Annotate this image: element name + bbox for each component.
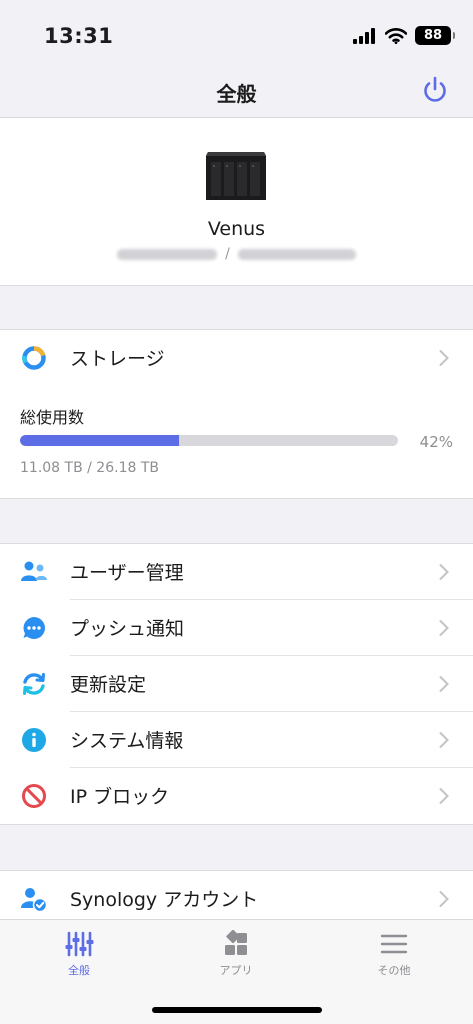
storage-row[interactable]: ストレージ xyxy=(0,330,473,386)
storage-progress-bar xyxy=(20,435,398,446)
menu-item-label: ユーザー管理 xyxy=(70,562,184,584)
menu-item-update-settings[interactable]: 更新設定 xyxy=(0,656,473,712)
tab-label: 全般 xyxy=(68,964,90,977)
apps-grid-icon xyxy=(225,930,247,955)
sliders-icon xyxy=(65,931,94,957)
account-section: Synology アカウント xyxy=(0,870,473,920)
settings-menu: ユーザー管理 プッシュ通知 更新設定 システム情報 IP ブロック xyxy=(0,543,473,825)
refresh-icon xyxy=(20,670,48,698)
storage-section: ストレージ 総使用数 42% 11.08 TB / 26.18 TB xyxy=(0,329,473,499)
info-icon xyxy=(20,726,48,754)
redacted-ip xyxy=(117,248,218,260)
menu-lines-icon xyxy=(380,934,408,954)
tab-others[interactable]: その他 xyxy=(354,930,434,978)
nav-bar: 全般 xyxy=(0,64,473,118)
menu-item-label: プッシュ通知 xyxy=(70,618,185,640)
block-icon xyxy=(20,782,48,810)
device-card[interactable]: Venus / xyxy=(0,118,473,286)
menu-item-label: IP ブロック xyxy=(70,786,170,808)
tab-label: アプリ xyxy=(219,964,253,977)
storage-progress-fill xyxy=(20,435,179,446)
battery-icon: 88 xyxy=(415,26,455,45)
menu-item-label: システム情報 xyxy=(70,730,184,752)
chevron-right-icon xyxy=(439,732,449,748)
chevron-right-icon xyxy=(439,564,449,580)
users-icon xyxy=(20,558,48,586)
chevron-right-icon xyxy=(439,788,449,804)
chevron-right-icon xyxy=(439,350,449,366)
tab-apps[interactable]: アプリ xyxy=(196,930,276,978)
menu-item-label: 更新設定 xyxy=(70,674,147,696)
menu-item-push-notification[interactable]: プッシュ通知 xyxy=(0,600,473,656)
status-time: 13:31 xyxy=(44,24,114,48)
power-icon[interactable] xyxy=(419,74,451,106)
usage-detail: 11.08 TB / 26.18 TB xyxy=(20,460,159,476)
page-title: 全般 xyxy=(216,82,257,106)
menu-item-label: Synology アカウント xyxy=(70,889,259,911)
menu-item-system-info[interactable]: システム情報 xyxy=(0,712,473,768)
battery-level: 88 xyxy=(423,28,443,43)
chevron-right-icon xyxy=(439,891,449,907)
home-indicator xyxy=(152,1007,322,1013)
device-name: Venus xyxy=(207,218,266,240)
chevron-right-icon xyxy=(439,620,449,636)
usage-percent: 42% xyxy=(419,433,453,451)
menu-item-user-management[interactable]: ユーザー管理 xyxy=(0,544,473,600)
menu-item-ip-block[interactable]: IP ブロック xyxy=(0,768,473,824)
status-icons: 88 xyxy=(353,26,455,45)
storage-label: ストレージ xyxy=(70,348,165,370)
signal-icon xyxy=(353,27,375,44)
storage-ring-icon xyxy=(20,344,48,372)
device-address: / xyxy=(0,246,473,262)
usage-label: 総使用数 xyxy=(20,408,85,427)
tab-label: その他 xyxy=(377,964,411,977)
status-bar: 13:31 88 xyxy=(0,0,473,64)
wifi-icon xyxy=(385,27,407,44)
redacted-user xyxy=(237,248,356,260)
address-separator: / xyxy=(225,246,230,262)
tab-general[interactable]: 全般 xyxy=(39,930,119,978)
nas-device-image xyxy=(206,152,266,200)
chat-bubble-icon xyxy=(20,614,48,642)
chevron-right-icon xyxy=(439,676,449,692)
account-check-icon xyxy=(20,885,48,913)
